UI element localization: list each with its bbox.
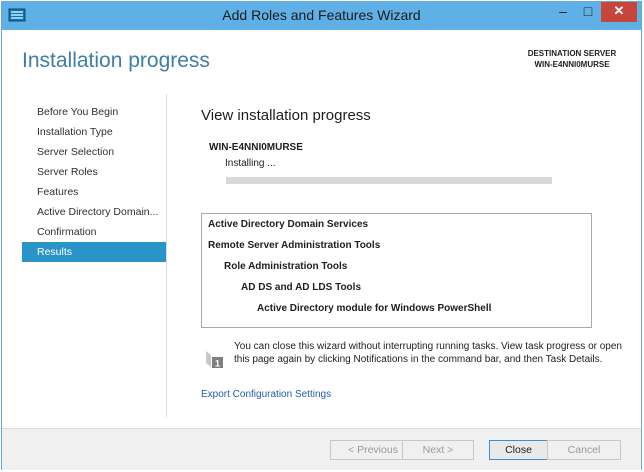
sidebar-item-installation-type[interactable]: Installation Type <box>22 122 166 142</box>
page-title: Installation progress <box>22 49 210 72</box>
destination-server-name: WIN-E4NNI0MURSE <box>534 60 610 69</box>
wizard-window: Add Roles and Features Wizard – □ ✕ Inst… <box>1 1 642 470</box>
sidebar-item-before-you-begin[interactable]: Before You Begin <box>22 102 166 122</box>
feature-list-box[interactable]: Active Directory Domain Services Remote … <box>201 213 592 328</box>
notice-badge-number: 1 <box>215 359 220 369</box>
sidebar-item-features[interactable]: Features <box>22 182 166 202</box>
next-button[interactable]: Next > <box>402 440 474 460</box>
notice-text: You can close this wizard without interr… <box>234 341 622 365</box>
notification-flag-icon: 1 <box>205 349 225 369</box>
installation-progress-bar <box>226 177 552 184</box>
sidebar-item-results[interactable]: Results <box>22 242 166 262</box>
section-title: View installation progress <box>201 107 371 124</box>
sidebar-item-server-selection[interactable]: Server Selection <box>22 142 166 162</box>
feature-item: Active Directory module for Windows Powe… <box>257 303 492 314</box>
sidebar-item-confirmation[interactable]: Confirmation <box>22 222 166 242</box>
feature-item: Remote Server Administration Tools <box>208 240 381 251</box>
maximize-button[interactable]: □ <box>576 2 600 22</box>
sidebar-item-server-roles[interactable]: Server Roles <box>22 162 166 182</box>
sidebar-divider <box>166 94 167 417</box>
export-configuration-link[interactable]: Export Configuration Settings <box>201 389 331 400</box>
minimize-button[interactable]: – <box>550 2 576 22</box>
title-bar[interactable]: Add Roles and Features Wizard – □ ✕ <box>2 2 641 30</box>
target-server-name: WIN-E4NNI0MURSE <box>209 142 303 153</box>
wizard-steps-sidebar: Before You Begin Installation Type Serve… <box>22 102 166 262</box>
close-button[interactable]: Close <box>489 440 548 460</box>
window-title: Add Roles and Features Wizard <box>222 7 421 23</box>
wizard-header: Installation progress DESTINATION SERVER… <box>2 30 641 92</box>
close-window-button[interactable]: ✕ <box>601 2 637 22</box>
installation-status: Installing ... <box>225 158 276 169</box>
feature-item: Role Administration Tools <box>224 261 348 272</box>
sidebar-item-active-directory[interactable]: Active Directory Domain... <box>22 202 166 222</box>
feature-item: Active Directory Domain Services <box>208 219 369 230</box>
wizard-footer: < Previous Next > Close Cancel <box>2 428 641 470</box>
cancel-button[interactable]: Cancel <box>547 440 621 460</box>
feature-item: AD DS and AD LDS Tools <box>241 282 361 293</box>
destination-server-label: DESTINATION SERVER <box>527 49 617 58</box>
